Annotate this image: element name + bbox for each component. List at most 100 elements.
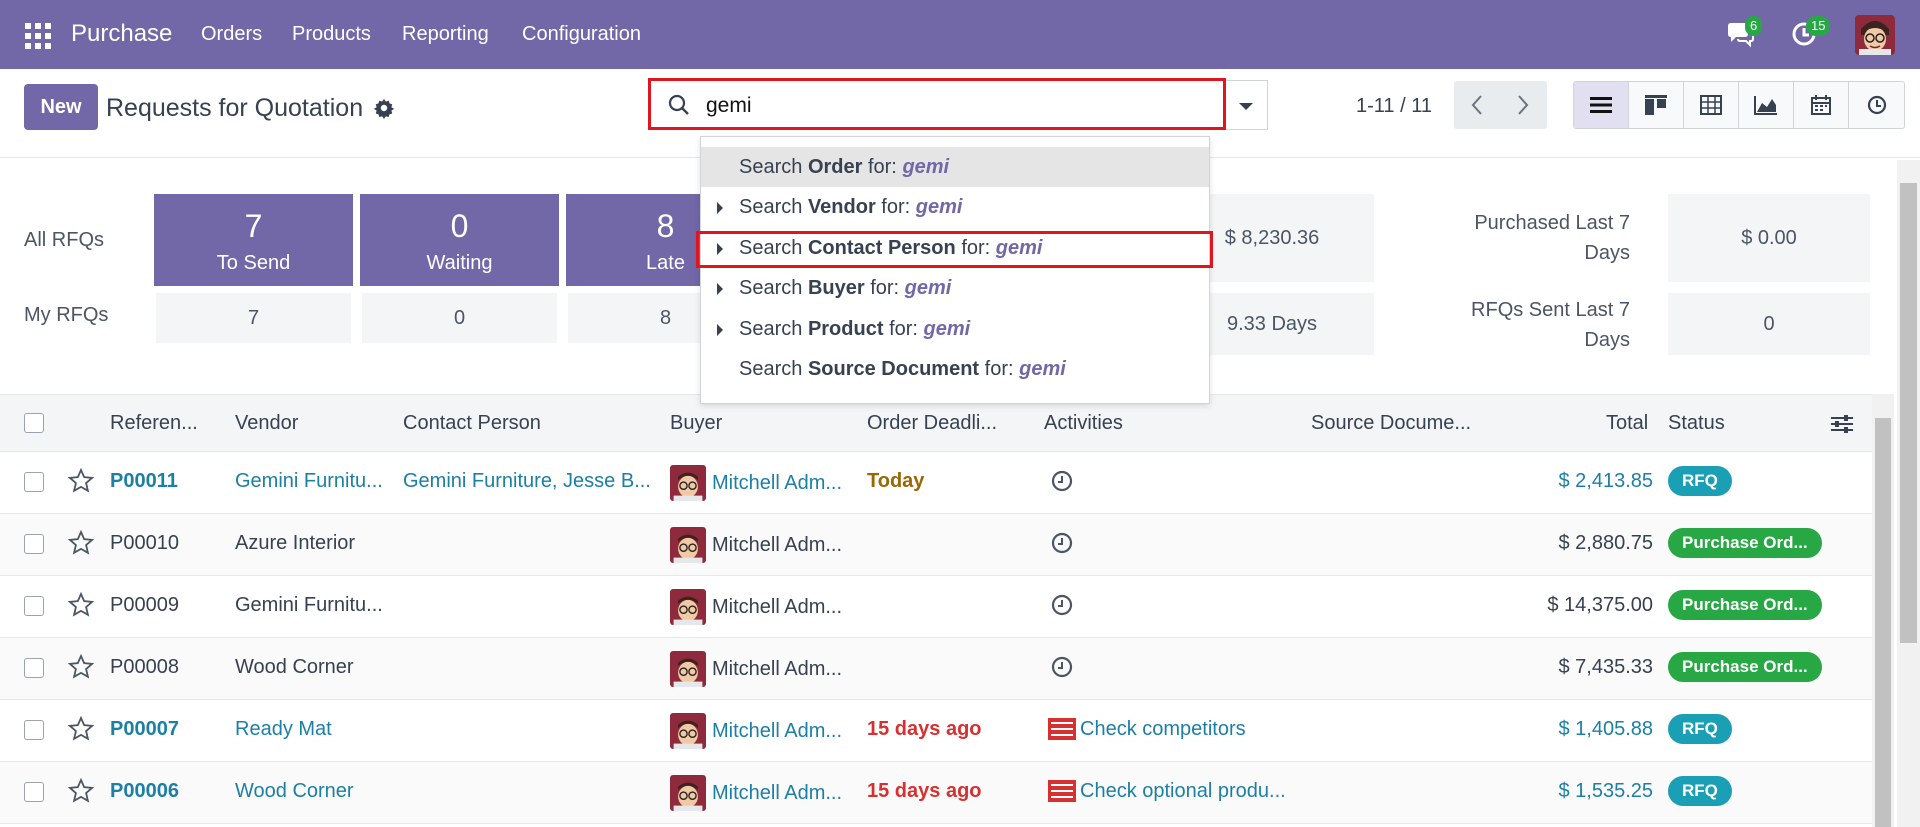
caret-right-icon[interactable] [717, 283, 723, 295]
column-total[interactable]: Total [1606, 412, 1648, 435]
column-source-document[interactable]: Source Docume... [1311, 412, 1471, 435]
activity-summary[interactable]: Check competitors [1080, 718, 1246, 741]
tile-label: To Send [216, 252, 291, 274]
row-checkbox[interactable] [24, 720, 44, 740]
pager-value[interactable]: 1-11 / 11 [1356, 95, 1432, 118]
column-order-deadline[interactable]: Order Deadli... [867, 412, 997, 435]
all-rfqs-label: All RFQs [24, 229, 104, 251]
search-input[interactable]: gemi [648, 78, 1226, 130]
option-query: gemi [902, 156, 950, 178]
star-icon[interactable] [68, 654, 94, 680]
column-status[interactable]: Status [1668, 412, 1725, 435]
chevron-left-icon [1471, 95, 1482, 115]
activity-clock-icon[interactable] [1050, 469, 1074, 493]
page-scrollbar-thumb[interactable] [1900, 183, 1917, 643]
messages-count-badge: 6 [1745, 16, 1763, 36]
area-chart-icon [1754, 96, 1777, 115]
activity-clock-icon[interactable] [1050, 655, 1074, 679]
kanban-view-icon [1645, 95, 1667, 115]
table-row[interactable]: P00009 Gemini Furnitu... Mitchell Adm...… [0, 576, 1872, 638]
table-row[interactable]: P00008 Wood Corner Mitchell Adm... $ 7,4… [0, 638, 1872, 700]
caret-down-icon [1239, 103, 1253, 110]
column-contact-person[interactable]: Contact Person [403, 412, 541, 435]
vendor-cell: Ready Mat [235, 718, 332, 740]
optional-columns-icon[interactable] [1830, 413, 1854, 435]
calendar-icon [1811, 95, 1831, 115]
star-icon[interactable] [68, 716, 94, 742]
activity-summary[interactable]: Check optional produ... [1080, 780, 1286, 803]
star-icon[interactable] [68, 468, 94, 494]
option-for: for: [867, 156, 897, 178]
activities-count-badge: 15 [1806, 16, 1831, 36]
row-checkbox[interactable] [24, 658, 44, 678]
column-buyer[interactable]: Buyer [670, 412, 722, 435]
column-activities[interactable]: Activities [1044, 412, 1123, 435]
purchased-last-7-days-label: Purchased Last 7 Days [1474, 212, 1630, 264]
table-row[interactable]: P00010 Azure Interior Mitchell Adm... $ … [0, 514, 1872, 576]
search-option-vendor[interactable]: Search Vendor for: gemi [701, 187, 1209, 227]
column-reference[interactable]: Referen... [110, 412, 198, 435]
row-checkbox[interactable] [24, 472, 44, 492]
select-all-checkbox[interactable] [24, 413, 44, 433]
star-icon[interactable] [68, 592, 94, 618]
row-checkbox[interactable] [24, 782, 44, 802]
search-option-buyer[interactable]: Search Buyer for: gemi [701, 268, 1209, 308]
status-badge: RFQ [1668, 776, 1732, 806]
column-vendor[interactable]: Vendor [235, 412, 298, 435]
user-avatar[interactable] [1855, 15, 1895, 55]
caret-right-icon[interactable] [717, 324, 723, 336]
pager-previous-button[interactable] [1454, 81, 1500, 129]
row-checkbox[interactable] [24, 596, 44, 616]
total-cell: $ 2,880.75 [1558, 532, 1653, 554]
buyer-avatar [670, 527, 706, 563]
row-checkbox[interactable] [24, 534, 44, 554]
tile-to-send[interactable]: 7 To Send [154, 194, 353, 286]
option-query: gemi [904, 277, 952, 299]
tile-waiting[interactable]: 0 Waiting [360, 194, 559, 286]
vendor-cell: Wood Corner [235, 780, 354, 802]
option-prefix: Search [739, 196, 803, 218]
activity-view-button[interactable] [1849, 82, 1904, 128]
buyer-avatar [670, 465, 706, 501]
calendar-view-button[interactable] [1794, 82, 1849, 128]
overdue-activity-icon[interactable] [1048, 718, 1076, 740]
menu-reporting[interactable]: Reporting [402, 23, 489, 46]
buyer-avatar [670, 775, 706, 811]
apps-menu-icon[interactable] [25, 23, 51, 49]
app-brand[interactable]: Purchase [71, 20, 172, 48]
search-option-order[interactable]: Search Order for: gemi [701, 147, 1209, 187]
buyer-cell: Mitchell Adm... [712, 720, 843, 742]
my-waiting-count[interactable]: 0 [362, 293, 557, 343]
highlight-outline [696, 231, 1213, 268]
activity-clock-icon[interactable] [1050, 593, 1074, 617]
table-row[interactable]: P00007 Ready Mat Mitchell Adm... 15 days… [0, 700, 1872, 762]
activity-clock-icon[interactable] [1050, 531, 1074, 555]
my-to-send-count[interactable]: 7 [156, 293, 351, 343]
menu-configuration[interactable]: Configuration [522, 23, 641, 46]
list-view-button[interactable] [1574, 82, 1629, 128]
pager-buttons [1454, 81, 1547, 129]
menu-products[interactable]: Products [292, 23, 371, 46]
table-row[interactable]: P00006 Wood Corner Mitchell Adm... 15 da… [0, 762, 1872, 824]
buyer-avatar [670, 589, 706, 625]
star-icon[interactable] [68, 530, 94, 556]
caret-right-icon[interactable] [717, 202, 723, 214]
new-button[interactable]: New [24, 84, 98, 130]
pivot-view-button[interactable] [1684, 82, 1739, 128]
gear-icon[interactable] [373, 97, 395, 119]
search-option-source-document[interactable]: Search Source Document for: gemi [701, 349, 1209, 389]
star-icon[interactable] [68, 778, 94, 804]
search-option-product[interactable]: Search Product for: gemi [701, 309, 1209, 349]
graph-view-button[interactable] [1739, 82, 1794, 128]
list-scrollbar-thumb[interactable] [1875, 418, 1891, 827]
reference-cell: P00011 [110, 470, 178, 492]
menu-orders[interactable]: Orders [201, 23, 262, 46]
vendor-cell: Gemini Furnitu... [235, 470, 383, 492]
deadline-cell: 15 days ago [867, 718, 982, 740]
table-row[interactable]: P00011 Gemini Furnitu... Gemini Furnitur… [0, 452, 1872, 514]
overdue-activity-icon[interactable] [1048, 780, 1076, 802]
rfqs-sent-last-7-days-value: 0 [1668, 293, 1870, 355]
search-options-toggle[interactable] [1226, 80, 1268, 130]
pager-next-button[interactable] [1500, 81, 1546, 129]
kanban-view-button[interactable] [1629, 82, 1684, 128]
